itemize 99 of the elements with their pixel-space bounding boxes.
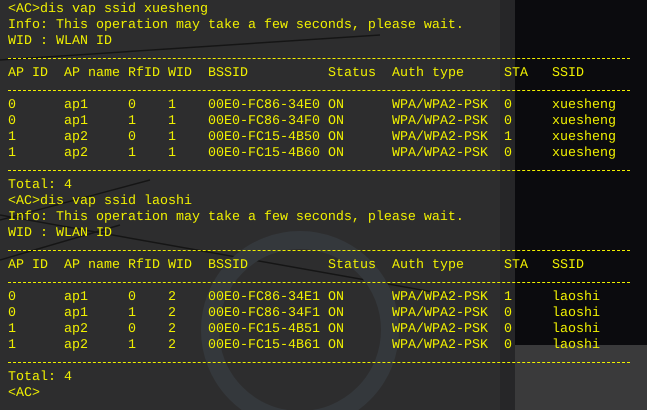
table-cell-text: 0: [8, 114, 17, 130]
table-cell-text: 1: [128, 306, 137, 322]
table-cell-text: 2: [168, 322, 177, 338]
table-cell-text: ON: [328, 290, 345, 306]
table-cell-text: 1: [168, 114, 177, 130]
column-header: WID: [168, 258, 193, 274]
table-cell-text: WPA/WPA2-PSK: [392, 114, 489, 130]
column-header: BSSID: [208, 258, 249, 274]
table-cell-text: 00E0-FC15-4B50: [208, 130, 321, 146]
table-cell-text: WPA/WPA2-PSK: [392, 322, 489, 338]
table-cell-text: 1: [168, 146, 177, 162]
table-cell-text: 1: [504, 130, 513, 146]
column-header: RfID: [128, 66, 161, 82]
table-cell-text: ap1: [64, 114, 89, 130]
column-header: AP ID: [8, 258, 49, 274]
table-cell-text: 00E0-FC86-34F0: [208, 114, 321, 130]
total-text: Total: 4: [8, 370, 73, 386]
table-cell-text: 00E0-FC86-34E0: [208, 98, 321, 114]
column-header: AP name: [64, 258, 121, 274]
column-header: Status: [328, 66, 377, 82]
column-header: Auth type: [392, 258, 465, 274]
command-line: <AC>dis vap ssid xuesheng: [8, 2, 209, 18]
table-cell-text: 1: [8, 322, 17, 338]
legend-text: WID : WLAN ID: [8, 226, 113, 242]
table-cell-text: 1: [168, 130, 177, 146]
table-cell-text: 1: [504, 290, 513, 306]
table-cell-text: 2: [168, 338, 177, 354]
table-cell-text: 0: [8, 306, 17, 322]
table-cell-text: ap1: [64, 306, 89, 322]
table-cell-text: ON: [328, 322, 345, 338]
table-cell-text: 1: [128, 146, 137, 162]
column-header: STA: [504, 258, 529, 274]
table-cell-text: 0: [128, 290, 137, 306]
table-cell-text: ap1: [64, 98, 89, 114]
table-cell-text: 00E0-FC15-4B60: [208, 146, 321, 162]
table-cell-text: laoshi: [552, 290, 601, 306]
table-cell-text: 00E0-FC15-4B61: [208, 338, 321, 354]
table-cell-text: WPA/WPA2-PSK: [392, 290, 489, 306]
table-cell-text: 0: [504, 306, 513, 322]
table-cell-text: xuesheng: [552, 130, 617, 146]
table-cell-text: laoshi: [552, 306, 601, 322]
table-cell-text: xuesheng: [552, 98, 617, 114]
table-cell-text: 0: [504, 114, 513, 130]
table-cell-text: 1: [8, 130, 17, 146]
column-header: Status: [328, 258, 377, 274]
column-header: STA: [504, 66, 529, 82]
info-message: Info: This operation may take a few seconds, please wait.: [8, 18, 465, 34]
table-cell-text: WPA/WPA2-PSK: [392, 146, 489, 162]
legend-text: WID : WLAN ID: [8, 34, 113, 50]
column-header: AP name: [64, 66, 121, 82]
table-cell-text: laoshi: [552, 338, 601, 354]
table-cell-text: 00E0-FC15-4B51: [208, 322, 321, 338]
table-cell-text: ON: [328, 114, 345, 130]
table-cell-text: 0: [8, 290, 17, 306]
table-cell-text: ON: [328, 98, 345, 114]
table-cell-text: 1: [8, 146, 17, 162]
table-cell-text: 0: [128, 98, 137, 114]
table-cell-text: WPA/WPA2-PSK: [392, 130, 489, 146]
total-text: Total: 4: [8, 178, 73, 194]
info-message: Info: This operation may take a few seconds, please wait.: [8, 210, 465, 226]
column-header: RfID: [128, 258, 161, 274]
column-header: AP ID: [8, 66, 49, 82]
table-cell-text: ap2: [64, 338, 89, 354]
table-cell-text: WPA/WPA2-PSK: [392, 338, 489, 354]
table-cell-text: ON: [328, 306, 345, 322]
table-cell-text: ON: [328, 130, 345, 146]
table-cell-text: 0: [128, 130, 137, 146]
table-cell-text: 1: [128, 114, 137, 130]
table-cell-text: 0: [504, 98, 513, 114]
table-cell-text: laoshi: [552, 322, 601, 338]
table-cell-text: 1: [128, 338, 137, 354]
table-cell-text: 2: [168, 290, 177, 306]
column-header: SSID: [552, 66, 585, 82]
column-header: BSSID: [208, 66, 249, 82]
table-cell-text: WPA/WPA2-PSK: [392, 98, 489, 114]
column-header: Auth type: [392, 66, 465, 82]
table-cell-text: 0: [504, 322, 513, 338]
table-cell-text: 2: [168, 306, 177, 322]
table-cell-text: 1: [168, 98, 177, 114]
table-cell-text: ap2: [64, 146, 89, 162]
column-header: WID: [168, 66, 193, 82]
table-cell-text: xuesheng: [552, 146, 617, 162]
table-cell-text: 0: [128, 322, 137, 338]
table-cell-text: ON: [328, 338, 345, 354]
table-cell-text: WPA/WPA2-PSK: [392, 306, 489, 322]
command-prompt: <AC>: [8, 386, 41, 402]
column-header: SSID: [552, 258, 585, 274]
table-cell-text: ap1: [64, 290, 89, 306]
table-cell-text: 00E0-FC86-34F1: [208, 306, 321, 322]
table-cell-text: xuesheng: [552, 114, 617, 130]
table-cell-text: ap2: [64, 322, 89, 338]
table-cell-text: 0: [504, 338, 513, 354]
table-cell-text: 00E0-FC86-34E1: [208, 290, 321, 306]
table-cell-text: ON: [328, 146, 345, 162]
table-cell-text: ap2: [64, 130, 89, 146]
table-cell-text: 1: [8, 338, 17, 354]
table-cell-text: 0: [504, 146, 513, 162]
table-cell-text: 0: [8, 98, 17, 114]
command-line: <AC>dis vap ssid laoshi: [8, 194, 193, 210]
